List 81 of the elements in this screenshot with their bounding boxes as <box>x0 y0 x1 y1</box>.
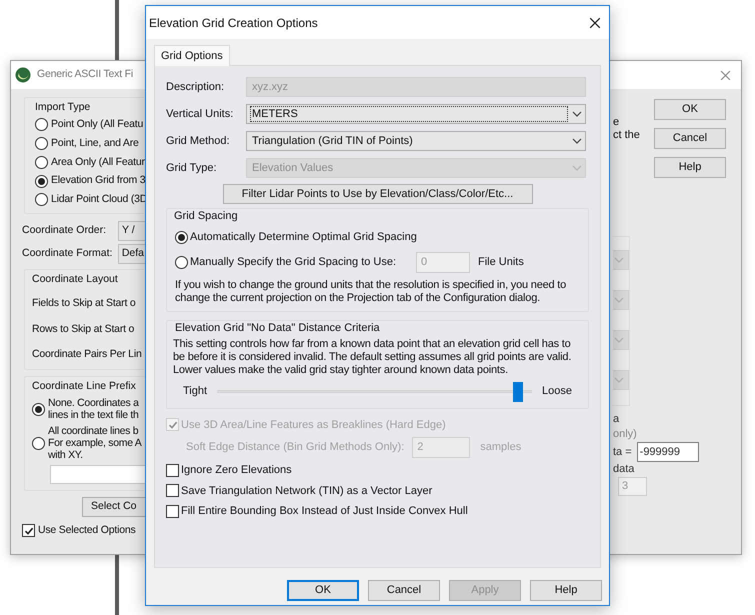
option-label: Automatically Determine Optimal Grid Spacing <box>190 230 417 245</box>
dropdown[interactable]: Triangulation (Grid TIN of Points) <box>246 131 586 151</box>
prefix-field[interactable] <box>50 465 147 484</box>
units-label: File Units <box>478 254 524 270</box>
radio-button[interactable] <box>35 193 48 206</box>
field-label: Grid Method: <box>166 134 231 149</box>
field-label: Soft Edge Distance (Bin Grid Methods Only): <box>186 440 404 456</box>
window-title: Generic ASCII Text Fi <box>37 67 133 82</box>
checkbox[interactable] <box>166 464 179 477</box>
chevron-icon <box>572 111 582 117</box>
option-text: a <box>613 412 620 427</box>
group-title: Import Type <box>35 100 92 114</box>
checkbox-label: Ignore Zero Elevations <box>181 463 292 478</box>
radio-button[interactable] <box>35 174 48 188</box>
dropdown[interactable]: Defa <box>118 244 147 264</box>
option-label: None. Coordinates a lines in the text file th <box>48 397 139 421</box>
chevron-icon <box>614 337 624 343</box>
radio-button[interactable] <box>35 156 48 169</box>
dropdown[interactable]: Y / <box>118 220 147 241</box>
checkbox-label: Fill Entire Bounding Box Instead of Just Inside Convex Hull <box>181 504 468 519</box>
chevron-icon <box>572 138 582 144</box>
slider-label: Tight <box>183 384 208 400</box>
filter-button[interactable]: Filter Lidar Points to Use by Elevation/Class/Color/Etc... <box>222 184 532 204</box>
field-label: Coordinate Pairs Per Lin <box>32 347 143 362</box>
dialog-button[interactable]: Cancel <box>654 128 726 149</box>
option-label: Elevation Grid from 3 <box>51 173 146 188</box>
option-label: All coordinate lines b For example, some A with XY. <box>48 425 142 461</box>
slider-track[interactable] <box>217 382 532 402</box>
logo-icon <box>15 67 31 83</box>
field-label: data <box>613 462 636 477</box>
chevron-icon <box>614 257 624 263</box>
dropdown[interactable]: METERS <box>246 104 586 124</box>
radio-button[interactable] <box>32 402 45 416</box>
option-label: Point, Line, and Are <box>51 136 139 151</box>
dialog-button[interactable]: OK <box>287 580 359 601</box>
dialog-button[interactable]: Help <box>654 157 726 178</box>
checkbox-label: Use 3D Area/Line Features as Breaklines (Hard Edge) <box>181 418 446 432</box>
checkbox-label: Save Triangulation Network (TIN) as a Vector Layer <box>181 484 432 498</box>
radio-button[interactable] <box>32 436 45 450</box>
chevron-icon <box>614 297 624 303</box>
description-text: This setting controls how far from a known data point that an elevation grid cell has to be before it is considered invalid. The default setting assumes all grid points are valid. Lower values make the valid grid stay tighter around known data points. <box>173 338 572 376</box>
radio-button[interactable] <box>35 137 48 150</box>
close-icon[interactable] <box>589 16 601 28</box>
field-label: Grid Type: <box>166 160 218 176</box>
dialog-button[interactable]: Cancel <box>368 580 440 601</box>
units-label: samples <box>480 440 522 456</box>
field-label: Rows to Skip at Start o <box>32 322 136 336</box>
checkbox[interactable] <box>166 504 179 518</box>
select-button[interactable]: Select Co <box>82 497 147 517</box>
chevron-icon <box>614 377 624 383</box>
dialog-button[interactable]: Help <box>530 580 602 601</box>
no-data-field[interactable]: -999999 <box>636 442 699 462</box>
radio-button[interactable] <box>175 230 188 244</box>
radio-button[interactable] <box>35 118 48 132</box>
slider-thumb[interactable] <box>512 382 523 402</box>
field-label: Coordinate Format: <box>22 246 114 261</box>
note-text: If you wish to change the ground units that the resolution is specified in, you need to change the current projection on the Projection tab of the Configuration dialog. <box>175 278 568 304</box>
dialog-button[interactable]: OK <box>654 99 726 120</box>
field-label: Vertical Units: <box>166 106 234 122</box>
group-title: Grid Spacing <box>174 209 239 223</box>
window-title: Elevation Grid Creation Options <box>149 14 319 32</box>
radio-button[interactable] <box>175 256 188 268</box>
checkbox[interactable] <box>22 524 35 538</box>
option-text: only) <box>613 427 638 442</box>
checkbox[interactable] <box>166 484 179 498</box>
group-title: Coordinate Layout <box>32 272 119 286</box>
group-title: Coordinate Line Prefix <box>32 379 137 393</box>
field-label: Coordinate Order: <box>22 222 108 238</box>
chevron-icon <box>572 165 582 171</box>
option-label: Point Only (All Featu <box>51 117 144 132</box>
tab[interactable]: Grid Options <box>154 45 230 66</box>
field-label: ta = <box>613 444 632 460</box>
field-label: Fields to Skip at Start o <box>32 296 137 311</box>
checkbox-label: Use Selected Options <box>38 523 136 538</box>
group-title: Elevation Grid "No Data" Distance Criteria <box>175 320 381 334</box>
note-text: ct the <box>613 129 641 142</box>
field-label: Description: <box>166 80 226 95</box>
slider-label: Loose <box>542 384 572 400</box>
option-label: Area Only (All Featur <box>51 154 145 170</box>
option-label: Manually Specify the Grid Spacing to Use: <box>190 254 398 270</box>
note-text: e <box>613 116 620 129</box>
